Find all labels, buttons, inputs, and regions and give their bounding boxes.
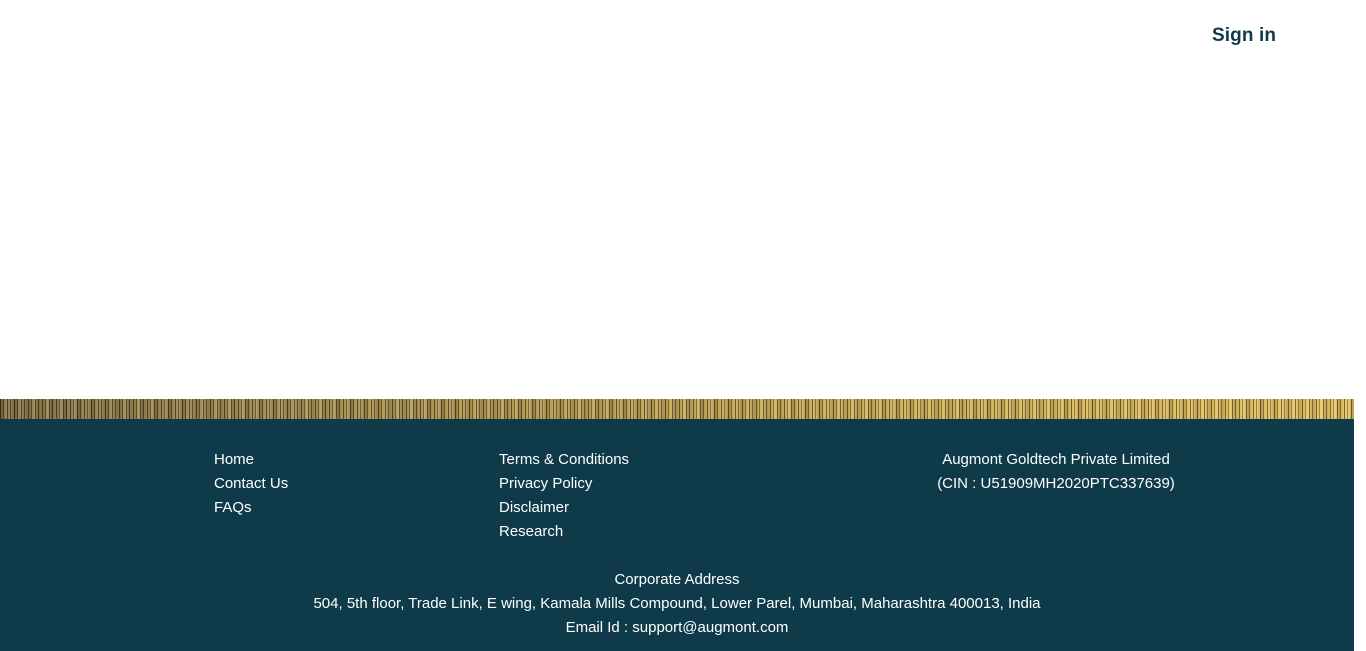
footer-link-faqs[interactable]: FAQs xyxy=(214,496,288,520)
footer-link-terms[interactable]: Terms & Conditions xyxy=(499,448,629,472)
footer-link-privacy-policy[interactable]: Privacy Policy xyxy=(499,472,629,496)
company-name: Augmont Goldtech Private Limited xyxy=(942,451,1170,468)
footer-links-column-2: Terms & Conditions Privacy Policy Discla… xyxy=(499,448,629,544)
address-heading: Corporate Address xyxy=(614,571,740,588)
corporate-address: Corporate Address 504, 5th floor, Trade … xyxy=(0,568,1354,640)
footer: Home Contact Us FAQs Terms & Conditions … xyxy=(0,419,1354,651)
email-label: Email Id : xyxy=(565,619,633,636)
email-line: Email Id : support@augmont.com xyxy=(0,616,1354,640)
email-link[interactable]: support@augmont.com xyxy=(632,619,788,636)
company-info: Augmont Goldtech Private Limited (CIN : … xyxy=(856,448,1256,496)
footer-link-research[interactable]: Research xyxy=(499,520,629,544)
address-line: 504, 5th floor, Trade Link, E wing, Kama… xyxy=(313,595,1041,612)
company-cin: (CIN : U51909MH2020PTC337639) xyxy=(937,475,1175,492)
footer-links-column-1: Home Contact Us FAQs xyxy=(214,448,288,520)
footer-link-disclaimer[interactable]: Disclaimer xyxy=(499,496,629,520)
footer-link-contact-us[interactable]: Contact Us xyxy=(214,472,288,496)
footer-link-home[interactable]: Home xyxy=(214,448,288,472)
main-content-area xyxy=(0,80,1354,399)
top-header: Sign in xyxy=(0,0,1354,80)
page: Sign in Home Contact Us FAQs Terms & Con… xyxy=(0,0,1354,651)
sign-in-link[interactable]: Sign in xyxy=(1212,25,1276,47)
gold-texture-divider xyxy=(0,399,1354,419)
